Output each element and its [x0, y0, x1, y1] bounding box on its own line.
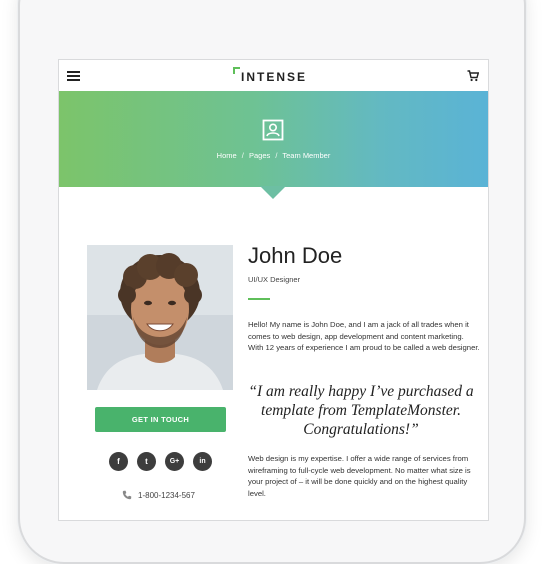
- breadcrumb-separator: /: [275, 151, 278, 160]
- linkedin-icon[interactable]: in: [193, 452, 212, 471]
- twitter-icon[interactable]: t: [137, 452, 156, 471]
- phone-icon: [122, 490, 132, 500]
- testimonial-quote: “I am really happy I’ve purchased a temp…: [248, 383, 474, 438]
- member-role: UI/UX Designer: [248, 275, 301, 284]
- hero-banner: Home / Pages / Team Member: [59, 91, 488, 187]
- top-navbar: INTENSE: [59, 60, 488, 91]
- logo-text: INTENSE: [241, 70, 308, 84]
- logo-corner-mark: [233, 67, 240, 74]
- breadcrumb: Home / Pages / Team Member: [59, 151, 488, 160]
- facebook-icon[interactable]: f: [109, 452, 128, 471]
- member-photo: [87, 245, 233, 390]
- social-links: f t G+ in: [109, 452, 213, 472]
- accent-divider: [248, 298, 270, 300]
- member-name: John Doe: [248, 243, 343, 268]
- breadcrumb-current: Team Member: [282, 151, 331, 160]
- breadcrumb-pages[interactable]: Pages: [249, 151, 270, 160]
- member-bio-secondary: Web design is my expertise. I offer a wi…: [248, 454, 471, 498]
- phone-number[interactable]: 1-800-1234-567: [138, 491, 195, 500]
- hero-pointer: [260, 186, 286, 199]
- get-in-touch-button[interactable]: GET IN TOUCH: [95, 407, 226, 432]
- cart-icon[interactable]: [467, 70, 479, 82]
- google-plus-icon[interactable]: G+: [165, 452, 184, 471]
- breadcrumb-home[interactable]: Home: [217, 151, 237, 160]
- screen: INTENSE Home / Pages / Team Member John …: [58, 59, 489, 521]
- profile-card-icon: [262, 119, 284, 141]
- hamburger-menu-icon[interactable]: [67, 71, 80, 81]
- breadcrumb-separator: /: [241, 151, 244, 160]
- member-bio: Hello! My name is John Doe, and I am a j…: [248, 320, 480, 352]
